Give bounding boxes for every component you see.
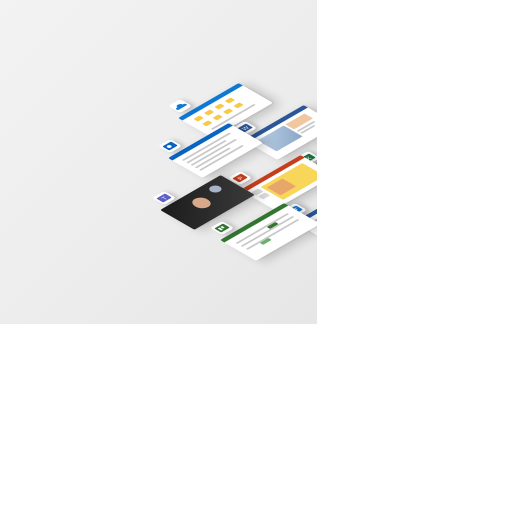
folder-icon	[222, 108, 234, 115]
folder-icon	[193, 115, 204, 122]
folder-icon	[214, 103, 225, 110]
folder-icon	[203, 109, 215, 116]
mail-row	[198, 144, 244, 171]
folder-icon	[233, 102, 244, 109]
powerpoint-slide-card	[240, 155, 317, 210]
slide-thumbnail	[258, 192, 271, 200]
folder-icon	[224, 97, 236, 104]
hero-illustration: W X P T	[0, 0, 317, 324]
folder-icon	[212, 114, 223, 121]
app-tiles-collage: W X P T	[0, 0, 317, 324]
folder-icon	[202, 120, 213, 127]
